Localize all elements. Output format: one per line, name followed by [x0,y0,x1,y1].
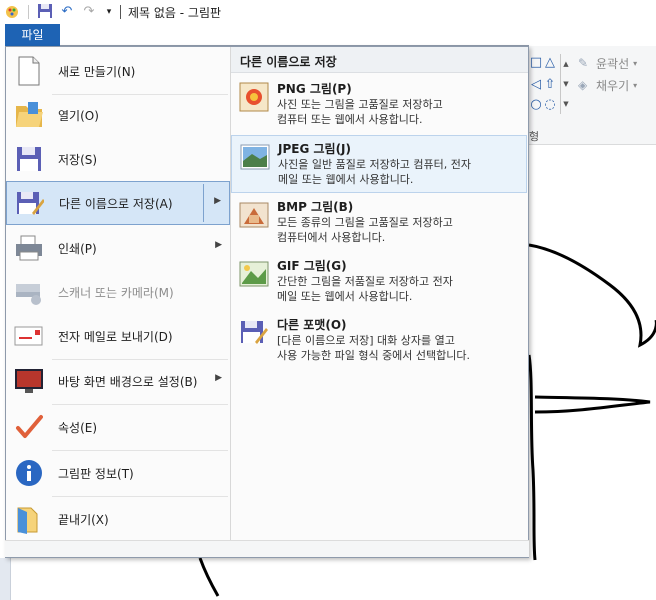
save-as-submenu: 다른 이름으로 저장 PNG 그림(P) 사진 또는 그림을 고품질로 저장하고… [231,47,528,557]
window-title: 제목 없음 - 그림판 [128,6,222,20]
shape-circle-icon[interactable]: ○ [529,98,543,112]
shapes-scrollbar[interactable]: ▲ ▼ ▼ [560,54,571,114]
bmp-image-icon [239,200,269,230]
shape-arrow-left-icon[interactable]: ◁ [529,78,543,92]
option-description: 사진을 일반 품질로 저장하고 컴퓨터, 전자 메일 또는 웹에서 사용합니다. [278,158,472,186]
menu-item-open[interactable]: 열기(O) [6,93,230,137]
chevron-right-icon: ▶ [214,196,221,206]
open-folder-icon [13,99,45,131]
file-menu-commands: 새로 만들기(N) 열기(O) 저장(S) 다른 이름으로 저장(A) ▶ 인쇄… [6,47,230,557]
menu-item-scanner[interactable]: 스캐너 또는 카메라(M) [6,270,230,314]
shape-arrow-up-icon[interactable]: ⇧ [543,78,557,92]
properties-checkmark-icon [13,411,45,443]
separator [28,5,29,19]
title-bar: ↶ ↷ ▾ 제목 없음 - 그림판 [0,0,656,24]
option-description: 사진 또는 그림을 고품질로 저장하고 컴퓨터 또는 웹에서 사용합니다. [277,98,443,126]
file-menu-footer [5,540,529,558]
option-title: 다른 포맷(O) [277,318,347,332]
menu-item-save[interactable]: 저장(S) [6,137,230,181]
chevron-right-icon: ▶ [215,373,222,383]
jpeg-image-icon [240,142,270,172]
save-as-png[interactable]: PNG 그림(P) 사진 또는 그림을 고품질로 저장하고 컴퓨터 또는 웹에서… [231,76,527,134]
option-description: [다른 이름으로 저장] 대화 상자를 열고 사용 가능한 파일 형식 중에서 … [277,334,471,362]
scroll-up-icon[interactable]: ▲ [561,54,571,74]
save-as-jpeg[interactable]: JPEG 그림(J) 사진을 일반 품질로 저장하고 컴퓨터, 전자 메일 또는… [231,135,527,193]
menu-item-properties[interactable]: 속성(E) [6,405,230,449]
exit-icon [13,503,45,535]
png-image-icon [239,82,269,112]
shape-rectangle-icon[interactable]: □ [529,56,543,70]
option-title: BMP 그림(B) [277,200,354,214]
scanner-icon [13,276,45,308]
submenu-header: 다른 이름으로 저장 [231,47,528,73]
canvas-left-border [0,558,11,600]
ribbon-group-label: 형 [529,130,540,143]
undo-icon[interactable]: ↶ [58,3,76,21]
file-tab[interactable]: 파일 [5,24,60,46]
option-title: JPEG 그림(J) [278,142,351,156]
save-as-icon [14,187,46,219]
file-menu: 새로 만들기(N) 열기(O) 저장(S) 다른 이름으로 저장(A) ▶ 인쇄… [5,46,529,558]
menu-item-about[interactable]: 그림판 정보(T) [6,451,230,495]
save-as-bmp[interactable]: BMP 그림(B) 모든 종류의 그림을 고품질로 저장하고 컴퓨터에서 사용합… [231,194,527,252]
submenu-separator [203,184,204,222]
shape-triangle-icon[interactable]: △ [543,56,557,70]
fill-dropdown[interactable]: ◈ 채우기 ▾ [578,76,637,94]
save-as-gif[interactable]: GIF 그림(G) 간단한 그림을 저품질로 저장하고 전자 메일 또는 웹에서… [231,253,527,311]
menu-item-email[interactable]: 전자 메일로 보내기(D) [6,314,230,358]
paint-app-icon[interactable] [3,3,21,21]
new-document-icon [13,55,45,87]
option-title: GIF 그림(G) [277,259,347,273]
chevron-right-icon: ▶ [215,240,222,250]
menu-item-exit[interactable]: 끝내기(X) [6,497,230,541]
gallery-expand-icon[interactable]: ▼ [561,94,571,114]
save-icon [13,143,45,175]
printer-icon [13,232,45,264]
shape-callout-icon[interactable]: ◌ [543,98,557,112]
submenu-title: 다른 이름으로 저장 [240,55,337,69]
chevron-down-icon: ▾ [633,58,638,68]
redo-icon[interactable]: ↷ [80,3,98,21]
info-icon [13,457,45,489]
outline-pen-icon: ✎ [578,56,589,70]
option-description: 간단한 그림을 저품질로 저장하고 전자 메일 또는 웹에서 사용합니다. [277,275,453,303]
menu-item-save-as[interactable]: 다른 이름으로 저장(A) ▶ [6,181,230,225]
desktop-background-icon [13,365,45,397]
save-icon[interactable] [36,3,54,21]
email-icon [13,320,45,352]
fill-bucket-icon: ◈ [578,78,588,92]
separator [120,5,121,19]
menu-item-new[interactable]: 새로 만들기(N) [6,49,230,93]
option-title: PNG 그림(P) [277,82,352,96]
customize-dropdown-icon[interactable]: ▾ [100,3,118,21]
menu-item-print[interactable]: 인쇄(P) ▶ [6,226,230,270]
save-as-other-formats[interactable]: 다른 포맷(O) [다른 이름으로 저장] 대화 상자를 열고 사용 가능한 파… [231,312,527,370]
other-formats-icon [239,318,269,348]
scroll-down-icon[interactable]: ▼ [561,74,571,94]
chevron-down-icon: ▾ [633,80,638,90]
gif-image-icon [239,259,269,289]
outline-dropdown[interactable]: ✎ 윤곽선 ▾ [578,54,637,72]
menu-item-set-desktop-background[interactable]: 바탕 화면 배경으로 설정(B) ▶ [6,359,230,403]
option-description: 모든 종류의 그림을 고품질로 저장하고 컴퓨터에서 사용합니다. [277,216,453,244]
